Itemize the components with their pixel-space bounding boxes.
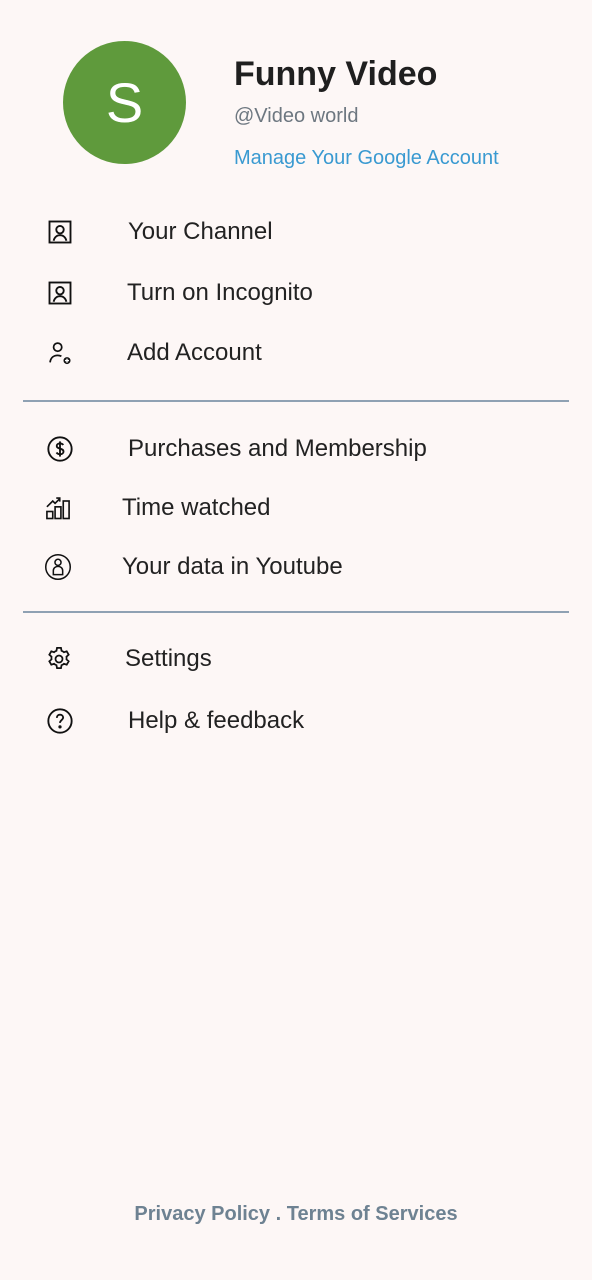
bar-chart-icon	[43, 493, 73, 523]
profile-name: Funny Video	[234, 55, 438, 93]
footer-links: Privacy Policy . Terms of Services	[0, 1203, 592, 1226]
menu-item-label: Your data in Youtube	[122, 553, 343, 580]
footer-separator: .	[270, 1203, 287, 1225]
person-box-icon	[45, 217, 75, 247]
add-person-icon	[45, 338, 75, 368]
section-divider	[23, 400, 569, 402]
terms-of-service-link[interactable]: Terms of Services	[287, 1203, 458, 1225]
avatar[interactable]: S	[63, 41, 186, 164]
menu-item-label: Settings	[125, 645, 212, 672]
help-circle-icon	[45, 706, 75, 736]
menu-item-time-watched[interactable]: Time watched	[24, 482, 568, 534]
privacy-policy-link[interactable]: Privacy Policy	[134, 1203, 270, 1225]
menu-item-settings[interactable]: Settings	[24, 633, 568, 685]
menu-item-label: Your Channel	[128, 218, 273, 245]
menu-item-your-data[interactable]: Your data in Youtube	[24, 541, 568, 593]
section-divider	[23, 611, 569, 613]
menu-item-label: Help & feedback	[128, 707, 305, 734]
person-circle-icon	[43, 552, 73, 582]
menu-item-label: Purchases and Membership	[128, 435, 427, 462]
menu-item-your-channel[interactable]: Your Channel	[24, 206, 568, 258]
menu-item-label: Time watched	[122, 494, 271, 521]
menu-item-help-feedback[interactable]: Help & feedback	[24, 695, 568, 747]
manage-account-link[interactable]: Manage Your Google Account	[234, 147, 499, 170]
dollar-circle-icon	[45, 434, 75, 464]
menu-item-purchases[interactable]: Purchases and Membership	[24, 423, 568, 475]
menu-item-label: Turn on Incognito	[127, 279, 313, 306]
gear-icon	[44, 644, 74, 674]
person-box-icon	[45, 278, 75, 308]
menu-item-add-account[interactable]: Add Account	[24, 327, 568, 379]
menu-item-incognito[interactable]: Turn on Incognito	[24, 267, 568, 319]
avatar-letter: S	[105, 70, 144, 134]
menu-item-label: Add Account	[127, 339, 262, 366]
profile-handle: @Video world	[234, 105, 359, 127]
